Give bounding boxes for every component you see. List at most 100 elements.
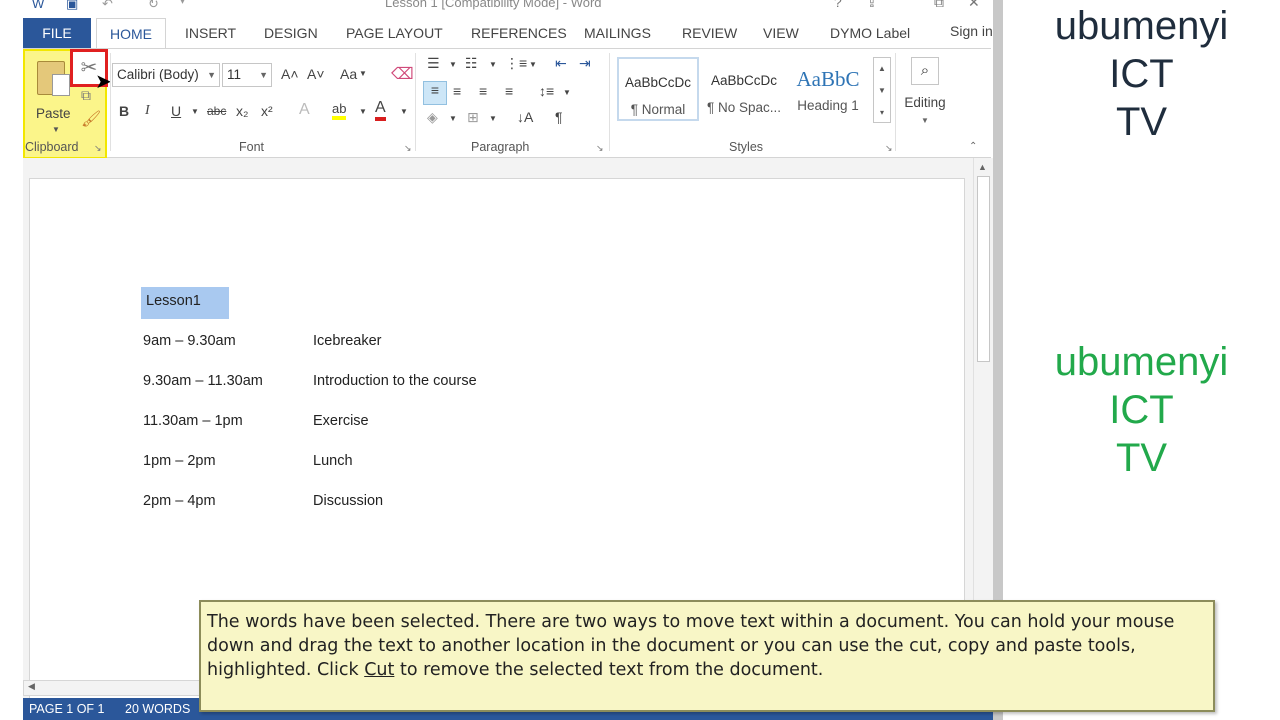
bullets-icon[interactable]: ☰ [427,55,440,72]
chevron-down-icon[interactable]: ▼ [489,60,497,69]
watermark-line: TV [1115,436,1168,480]
tab-file-label[interactable]: FILE [23,18,91,48]
row-time: 11.30am – 1pm [143,413,243,429]
strikethrough-button[interactable]: abc [207,104,226,118]
status-page-count[interactable]: PAGE 1 OF 1 [29,702,105,716]
clear-formatting-icon[interactable]: ⌫ [391,64,414,84]
tab-page-layout[interactable]: PAGE LAYOUT [346,18,443,48]
paste-button[interactable]: Paste ▼ [31,57,73,137]
paragraph-group-label: Paragraph [471,140,530,154]
editing-button[interactable]: ⌕ Editing ▼ [899,53,951,133]
tab-design[interactable]: DESIGN [264,18,318,48]
undo-icon[interactable]: ↶ [102,0,118,12]
chevron-down-icon[interactable]: ▼ [449,60,457,69]
row-time: 2pm – 4pm [143,493,216,509]
dialog-launcher-icon[interactable]: ↘ [885,143,893,154]
watermark-green: ubumenyi ICT TV [1003,338,1280,482]
style-heading-1[interactable]: AaBbC Heading 1 [787,57,869,121]
align-center-icon[interactable]: ≡ [453,83,461,99]
chevron-down-icon[interactable]: ▼ [359,69,367,78]
dialog-launcher-icon[interactable]: ↘ [596,143,604,154]
line-spacing-icon[interactable]: ↕≡ [539,83,554,99]
multilevel-list-icon[interactable]: ⋮≡ [505,55,527,72]
font-group-label: Font [239,140,265,154]
tab-home[interactable]: HOME [96,18,166,48]
tab-insert[interactable]: INSERT [185,18,236,48]
borders-icon[interactable]: ⊞ [467,109,479,126]
numbering-icon[interactable]: ☷ [465,55,478,72]
grow-font-button[interactable]: A˄ [281,66,299,82]
italic-button[interactable]: I [145,103,150,119]
chevron-down-icon[interactable]: ▼ [489,114,497,123]
superscript-button[interactable]: x² [261,103,273,119]
row-activity: Icebreaker [313,333,382,349]
chevron-down-icon[interactable]: ▼ [52,125,60,134]
scroll-up-icon[interactable]: ▲ [978,162,987,172]
styles-gallery-scroll[interactable]: ▲ ▼ ▾ [873,57,891,123]
bold-button[interactable]: B [119,103,129,119]
decrease-indent-icon[interactable]: ⇤ [555,55,567,72]
window-title: Lesson 1 [Compatibility Mode] - Word [385,0,602,10]
document-title-selected[interactable]: Lesson1 [141,287,229,319]
scroll-left-icon[interactable]: ◀ [28,681,35,692]
text-effects-button[interactable]: A [299,101,310,119]
watermark-line: ubumenyi [1054,340,1229,384]
row-time: 9am – 9.30am [143,333,236,349]
font-size-select[interactable]: 11 ▼ [222,63,272,87]
style-normal[interactable]: AaBbCcDc ¶ Normal [617,57,699,121]
tab-references[interactable]: REFERENCES [471,18,567,48]
dialog-launcher-icon[interactable]: ↘ [404,143,412,154]
chevron-down-icon[interactable]: ▼ [529,60,537,69]
scrollbar-thumb[interactable] [977,176,990,362]
save-icon[interactable]: ▣ [66,0,82,12]
close-button[interactable]: ✕ [968,0,980,11]
sign-in-link[interactable]: Sign in [950,18,993,44]
style-no-spacing[interactable]: AaBbCcDc ¶ No Spac... [703,57,785,121]
watermark-line: ICT [1109,388,1174,432]
tab-mailings[interactable]: MAILINGS [584,18,651,48]
highlight-color-button[interactable]: ab [332,101,347,120]
chevron-down-icon[interactable]: ▼ [449,114,457,123]
row-activity: Introduction to the course [313,373,477,389]
chevron-down-icon[interactable]: ▼ [563,88,571,97]
row-time: 1pm – 2pm [143,453,216,469]
show-marks-icon[interactable]: ¶ [555,109,563,125]
justify-icon[interactable]: ≡ [505,83,513,99]
row-activity: Lunch [313,453,353,469]
instruction-callout: The words have been selected. There are … [199,600,1215,712]
copy-icon[interactable]: ⧉ [81,87,91,104]
change-case-button[interactable]: Aa [340,66,357,82]
watermark-dark: ubumenyi ICT TV [1003,2,1280,146]
align-right-icon[interactable]: ≡ [479,83,487,99]
tab-review[interactable]: REVIEW [682,18,737,48]
paste-label: Paste [36,106,71,121]
subscript-button[interactable]: x₂ [236,103,248,119]
help-button[interactable]: ? [834,0,842,10]
redo-icon[interactable]: ↻ [148,0,164,12]
shading-icon[interactable]: ◈ [427,109,438,126]
clipboard-icon [37,61,70,96]
callout-cut-link[interactable]: Cut [364,660,394,680]
dialog-launcher-icon[interactable]: ↘ [94,143,102,154]
status-word-count[interactable]: 20 WORDS [125,702,190,716]
shrink-font-button[interactable]: A˅ [307,66,325,82]
font-color-button[interactable]: A [375,99,386,121]
increase-indent-icon[interactable]: ⇥ [579,55,591,72]
collapse-ribbon-icon[interactable]: ⌃ [969,141,977,152]
underline-button[interactable]: U [171,103,181,119]
horizontal-scrollbar[interactable]: ◀ [23,680,203,696]
tab-dymo-label[interactable]: DYMO Label [830,18,910,48]
customize-qat-icon[interactable]: ▾ [180,0,196,12]
chevron-down-icon[interactable]: ▼ [191,107,199,116]
font-family-select[interactable]: Calibri (Body) ▼ [112,63,220,87]
watermark-line: ubumenyi [1054,4,1229,48]
restore-button[interactable]: ⧉ [934,0,944,11]
align-left-button[interactable]: ≡ [423,81,447,105]
ribbon-display-button[interactable]: ⇪ [866,0,878,11]
chevron-down-icon[interactable]: ▼ [400,107,408,116]
chevron-down-icon[interactable]: ▼ [359,107,367,116]
sort-icon[interactable]: ↓A [517,109,533,125]
tab-view[interactable]: VIEW [763,18,799,48]
style-sample: AaBbC [796,67,860,91]
format-painter-icon[interactable]: 🖌 [81,109,101,129]
